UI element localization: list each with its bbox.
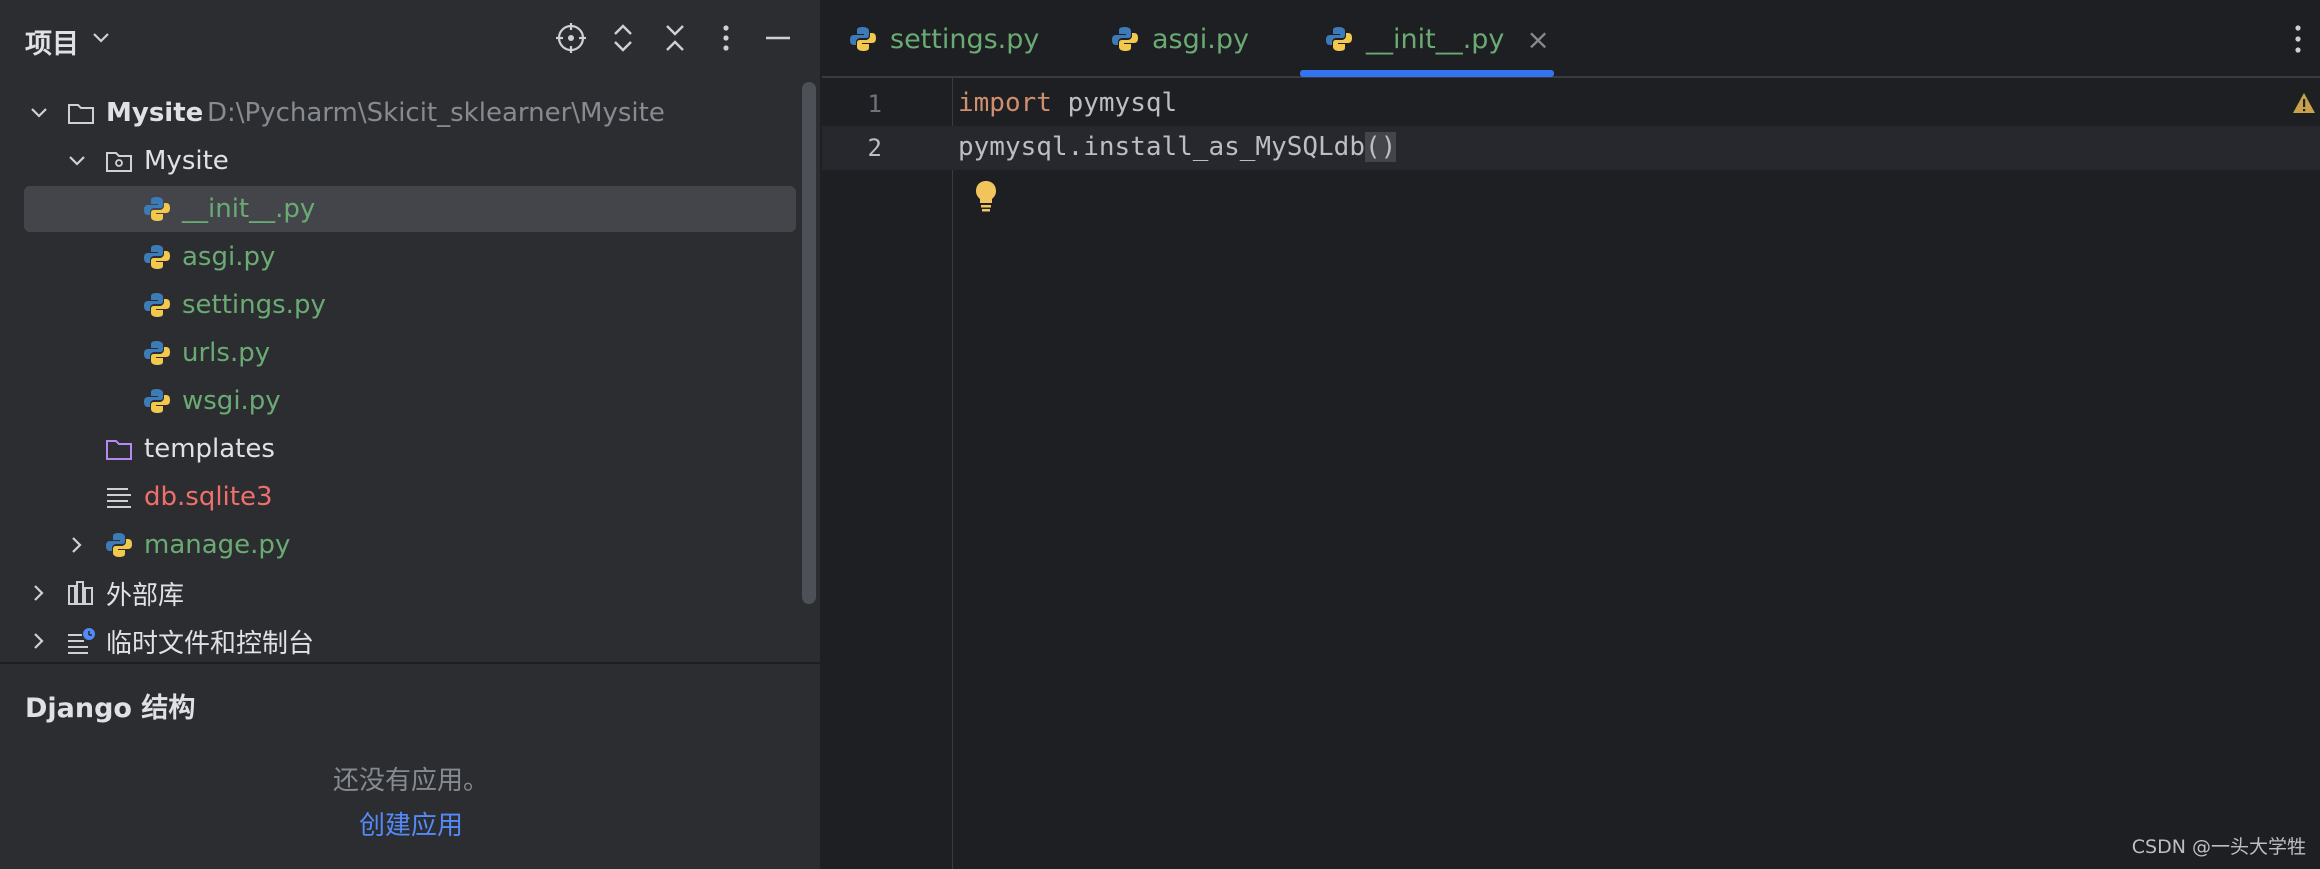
locate-icon[interactable] — [553, 20, 589, 56]
create-app-link[interactable]: 创建应用 — [0, 805, 822, 842]
python-file-icon — [1326, 27, 1352, 51]
django-empty-message: 还没有应用。 — [332, 766, 489, 796]
gutter-separator — [952, 78, 953, 869]
more-options-icon[interactable] — [2292, 22, 2304, 56]
paren-token: () — [1365, 132, 1397, 162]
tree-item-label: db.sqlite3 — [144, 482, 273, 512]
tab-asgi-py[interactable]: asgi.py — [1110, 0, 1249, 78]
tree-item-settings-py[interactable]: settings.py — [24, 282, 796, 328]
tree-item-label: 外部库 — [106, 580, 185, 611]
tab-settings-py[interactable]: settings.py — [848, 0, 1039, 78]
tree-item-label: wsgi.py — [182, 386, 281, 416]
lightbulb-icon[interactable] — [972, 178, 1000, 214]
tree-item-templates[interactable]: templates — [24, 426, 796, 472]
library-icon — [68, 581, 93, 605]
python-file-icon — [144, 293, 170, 317]
tree-item-path: D:\Pycharm\Skicit_sklearner\Mysite — [207, 98, 665, 128]
tree-item-asgi-py[interactable]: asgi.py — [24, 234, 796, 280]
panel-divider — [0, 662, 820, 664]
tree-item-label: manage.py — [144, 530, 291, 560]
tree-item-init-py[interactable]: __init__.py — [24, 186, 796, 232]
project-panel: 项目 Mysite D:\Pycharm\Skicit_sklearner\My… — [0, 0, 822, 869]
chevron-right-icon[interactable] — [28, 630, 50, 652]
tab-label: asgi.py — [1152, 23, 1249, 55]
warning-icon — [2293, 93, 2315, 113]
tree-item-wsgi-py[interactable]: wsgi.py — [24, 378, 796, 424]
tree-item-label: __init__.py — [182, 194, 316, 224]
chevron-down-icon[interactable] — [90, 30, 112, 46]
tree-item-urls-py[interactable]: urls.py — [24, 330, 796, 376]
python-file-icon — [144, 341, 170, 365]
close-icon[interactable]: × — [1526, 23, 1549, 56]
code-text[interactable]: pymysql.install_as_MySQLdb() — [958, 132, 1397, 162]
identifier-token: pymysql.install_as_MySQLdb — [958, 132, 1365, 162]
code-line-2[interactable]: 2 pymysql.install_as_MySQLdb() — [822, 126, 2320, 170]
tree-item-label: Mysite — [106, 98, 204, 128]
templates-folder-icon — [106, 440, 132, 460]
tree-item-mysite-package[interactable]: Mysite — [24, 138, 796, 184]
editor-area: settings.py asgi.py __init__.py × 1 impo… — [822, 0, 2320, 869]
django-structure-title: Django 结构 — [25, 693, 196, 724]
python-file-icon — [1112, 27, 1138, 51]
watermark: CSDN @一头大学牲 — [2131, 836, 2306, 858]
chevron-right-icon[interactable] — [28, 582, 50, 604]
tree-item-label: urls.py — [182, 338, 271, 368]
identifier-token: pymysql — [1051, 88, 1178, 118]
tree-item-scratches-consoles[interactable]: 临时文件和控制台 — [24, 618, 796, 664]
scratches-icon — [68, 628, 95, 654]
tab-label: __init__.py — [1366, 23, 1505, 55]
inspection-widget[interactable]: 1 — [2292, 88, 2320, 118]
chevron-right-icon[interactable] — [66, 534, 88, 556]
python-file-icon — [144, 245, 170, 269]
collapse-all-icon[interactable] — [657, 20, 693, 56]
tree-item-label: 临时文件和控制台 — [106, 628, 315, 659]
python-file-icon — [106, 533, 132, 557]
tree-item-label: settings.py — [182, 290, 326, 320]
project-panel-header: 项目 — [0, 0, 820, 78]
chevron-down-icon[interactable] — [66, 150, 88, 172]
code-text[interactable]: import pymysql — [958, 88, 1177, 118]
python-file-icon — [144, 389, 170, 413]
tree-item-label: Mysite — [144, 146, 229, 176]
package-folder-icon — [106, 152, 132, 172]
project-panel-title[interactable]: 项目 — [25, 22, 79, 61]
text-file-icon — [107, 488, 131, 508]
expand-all-icon[interactable] — [605, 20, 641, 56]
minimize-icon[interactable] — [760, 20, 796, 56]
folder-icon — [68, 104, 94, 124]
line-number: 1 — [867, 90, 882, 118]
chevron-down-icon[interactable] — [28, 102, 50, 124]
line-number: 2 — [867, 134, 882, 162]
tab-label: settings.py — [890, 23, 1040, 55]
tree-item-external-libraries[interactable]: 外部库 — [24, 570, 796, 616]
project-tree-scrollbar[interactable] — [802, 82, 816, 604]
python-file-icon — [850, 27, 876, 51]
more-options-icon[interactable] — [708, 20, 744, 56]
tree-item-label: asgi.py — [182, 242, 276, 272]
tree-item-label: templates — [144, 434, 275, 464]
python-file-icon — [144, 197, 170, 221]
tree-item-manage-py[interactable]: manage.py — [24, 522, 796, 568]
active-tab-indicator — [1300, 70, 1554, 77]
tree-item-mysite-root[interactable]: Mysite D:\Pycharm\Skicit_sklearner\Mysit… — [24, 90, 796, 136]
tab-init-py[interactable]: __init__.py × — [1324, 0, 1550, 78]
code-line-1[interactable]: 1 import pymysql — [822, 82, 2320, 126]
keyword-token: import — [958, 88, 1052, 118]
tree-item-db-sqlite3[interactable]: db.sqlite3 — [24, 474, 796, 520]
editor-tab-bar: settings.py asgi.py __init__.py × — [822, 0, 2320, 78]
